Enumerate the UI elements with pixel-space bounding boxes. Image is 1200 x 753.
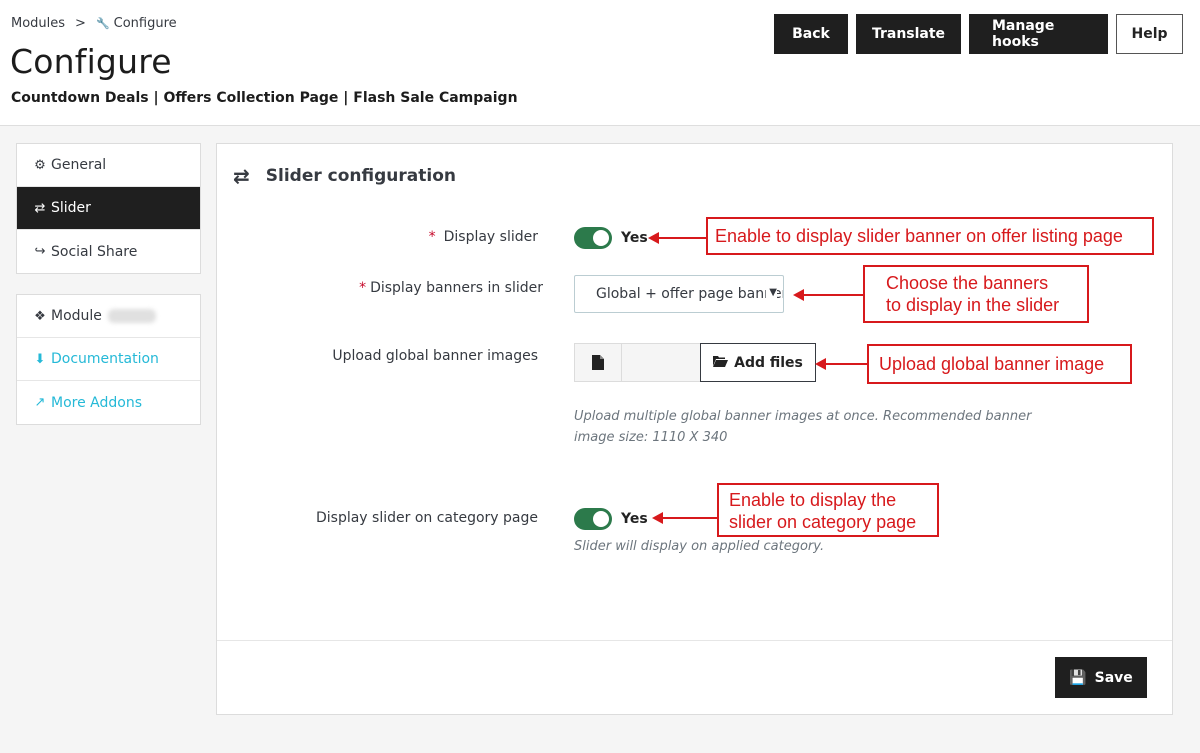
- display-banners-value: Global + offer page banners: [596, 286, 784, 302]
- display-banners-label: * Display banners in slider: [359, 280, 543, 296]
- panel-footer: 💾 Save: [217, 640, 1172, 714]
- more-addons-label: More Addons: [51, 394, 142, 411]
- annotation-upload: Upload global banner image: [867, 344, 1132, 384]
- module-info: ❖ Module: [17, 295, 200, 338]
- breadcrumb-separator: >: [75, 16, 86, 31]
- page-header: Modules > 🔧 Configure Configure Countdow…: [0, 0, 1200, 126]
- required-marker: *: [428, 229, 436, 245]
- tab-social-share-label: Social Share: [51, 243, 138, 260]
- display-banners-select[interactable]: Global + offer page banners ▼: [574, 275, 784, 313]
- wrench-icon: 🔧: [95, 17, 110, 30]
- download-circle-icon: ⬇: [34, 351, 46, 367]
- display-slider-label: * Display slider: [428, 229, 538, 245]
- chevron-down-icon: ▼: [766, 287, 777, 298]
- file-name-field[interactable]: [622, 343, 700, 382]
- category-slider-value: Yes: [621, 511, 648, 527]
- manage-hooks-button[interactable]: Manage hooks: [969, 14, 1108, 54]
- tab-social-share[interactable]: ↪ Social Share: [17, 230, 200, 273]
- more-addons-link[interactable]: ↗ More Addons: [17, 381, 200, 424]
- documentation-label: Documentation: [51, 351, 159, 367]
- annotation-category: Enable to display the slider on category…: [717, 483, 939, 537]
- file-icon: [574, 343, 622, 382]
- tab-slider[interactable]: ⇄ Slider: [17, 187, 200, 230]
- puzzle-icon: ❖: [34, 308, 46, 324]
- upload-help: Upload multiple global banner images at …: [574, 409, 1032, 445]
- save-button[interactable]: 💾 Save: [1055, 657, 1147, 698]
- panel-heading: ⇄ Slider configuration: [233, 164, 456, 188]
- module-version-blurred: [107, 309, 156, 323]
- toolbar: Back Translate Manage hooks Help: [774, 14, 1183, 54]
- category-slider-switch[interactable]: [574, 508, 612, 530]
- breadcrumb: Modules > 🔧 Configure: [11, 16, 177, 31]
- category-slider-label: Display slider on category page: [315, 510, 538, 526]
- exchange-icon: ⇄: [34, 200, 46, 216]
- back-button[interactable]: Back: [774, 14, 848, 54]
- external-link-icon: ↗: [34, 395, 46, 410]
- breadcrumb-modules[interactable]: Modules: [11, 16, 65, 31]
- display-slider-switch[interactable]: [574, 227, 612, 249]
- annotation-arrow: [652, 512, 717, 524]
- page-subtitle: Countdown Deals | Offers Collection Page…: [11, 90, 518, 106]
- sidebar-links: ❖ Module ⬇ Documentation ↗ More Addons: [16, 294, 201, 425]
- annotation-arrow: [815, 358, 867, 370]
- annotation-arrow: [793, 289, 863, 301]
- display-slider-value: Yes: [621, 230, 648, 246]
- breadcrumb-current: Configure: [113, 16, 177, 31]
- tab-general-label: General: [51, 157, 107, 173]
- annotation-display-slider: Enable to display slider banner on offer…: [706, 217, 1154, 255]
- panel-title: Slider configuration: [265, 166, 456, 186]
- share-icon: ↪: [34, 244, 46, 259]
- add-files-button[interactable]: Add files: [700, 343, 816, 382]
- module-label: Module: [51, 308, 102, 324]
- tab-slider-label: Slider: [51, 200, 91, 216]
- help-button[interactable]: Help: [1116, 14, 1183, 54]
- sidebar-tabs: ⚙ General ⇄ Slider ↪ Social Share: [16, 143, 201, 274]
- upload-label: Upload global banner images: [332, 348, 538, 364]
- gear-icon: ⚙: [34, 157, 46, 173]
- required-marker: *: [359, 280, 367, 296]
- folder-open-icon: [713, 355, 729, 371]
- save-label: Save: [1094, 669, 1133, 686]
- documentation-link[interactable]: ⬇ Documentation: [17, 338, 200, 381]
- tab-general[interactable]: ⚙ General: [17, 144, 200, 187]
- page-title: Configure: [10, 42, 172, 81]
- annotation-arrow: [648, 232, 706, 244]
- exchange-icon: ⇄: [233, 164, 250, 188]
- category-slider-help: Slider will display on applied category.: [574, 539, 825, 554]
- add-files-label: Add files: [734, 354, 803, 371]
- floppy-disk-icon: 💾: [1069, 669, 1087, 686]
- translate-button[interactable]: Translate: [856, 14, 961, 54]
- annotation-banners: Choose the banners to display in the sli…: [863, 265, 1089, 323]
- file-upload-group: Add files: [574, 343, 816, 382]
